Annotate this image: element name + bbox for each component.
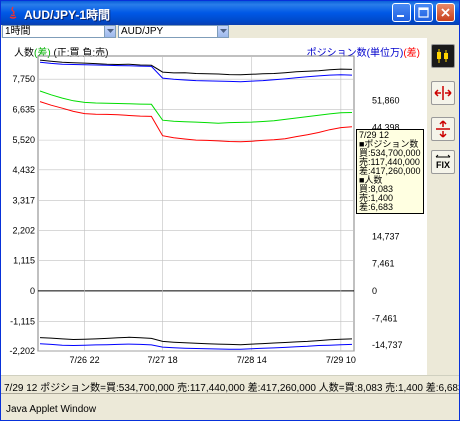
status-text: 7/29 12 ポジション数=買:534,700,000 売:117,440,0…	[4, 383, 460, 394]
maximize-icon	[418, 7, 429, 18]
close-icon	[441, 8, 450, 17]
right-tick-label: 51,860	[372, 95, 400, 105]
series-line-0	[39, 59, 353, 76]
left-tick-label: 6,635	[12, 105, 35, 115]
right-tick-label: 7,461	[372, 258, 395, 268]
fix-label: FIX	[436, 160, 450, 170]
vertical-arrows-icon	[436, 120, 450, 138]
vertical-zoom-button[interactable]	[431, 117, 455, 141]
maximize-button[interactable]	[414, 3, 433, 22]
pair-value: AUD/JPY	[121, 26, 164, 37]
candlestick-button[interactable]	[431, 44, 455, 68]
applet-footer: Java Applet Window	[1, 393, 459, 420]
tooltip-line: 差:6,683	[359, 202, 394, 212]
applet-label: Java Applet Window	[6, 404, 97, 415]
x-tick-label: 7/27 18	[148, 355, 178, 365]
series-line-5	[39, 343, 353, 350]
pair-select[interactable]: AUD/JPY	[118, 25, 229, 38]
chevron-down-icon	[107, 29, 114, 33]
right-tick-label: -14,737	[372, 340, 403, 350]
x-tick-label: 7/29 10	[326, 355, 356, 365]
left-tick-label: -2,202	[9, 346, 35, 356]
left-tick-label: 4,432	[12, 165, 35, 175]
title-bar[interactable]: AUD/JPY-1時間	[1, 1, 459, 25]
tool-sidebar: FIX	[427, 38, 459, 375]
left-tick-label: 0	[30, 286, 35, 296]
right-tick-label: -7,461	[372, 313, 398, 323]
close-button[interactable]	[436, 3, 455, 22]
series-line-2	[39, 90, 353, 124]
left-tick-label: 5,520	[12, 135, 35, 145]
horizontal-arrows-icon	[434, 86, 452, 100]
hover-tooltip: 7/29 12 ■ポジション数 買:534,700,000 売:117,440,…	[356, 129, 424, 214]
java-icon	[9, 6, 17, 19]
minimize-button[interactable]	[392, 3, 411, 22]
left-tick-label: 7,750	[12, 74, 35, 84]
pair-dropdown-button[interactable]	[217, 26, 228, 37]
period-value: 1時間	[5, 26, 31, 37]
minimize-icon	[397, 15, 404, 17]
x-tick-label: 7/26 22	[70, 355, 100, 365]
window-title: AUD/JPY-1時間	[24, 8, 111, 22]
status-bar: 7/29 12 ポジション数=買:534,700,000 売:117,440,0…	[1, 375, 460, 394]
selector-row: 1時間 AUD/JPY	[1, 25, 459, 38]
period-dropdown-button[interactable]	[104, 26, 115, 37]
series-line-1	[39, 61, 353, 83]
left-tick-label: 1,115	[13, 255, 35, 265]
chart-panel[interactable]: 人数(差) (正:買 負:売) ポジション数(単位万)(差) 7,750 6,63…	[1, 38, 427, 375]
chevron-down-icon	[220, 29, 227, 33]
candlestick-icon	[437, 49, 448, 63]
left-tick-label: 3,317	[12, 195, 35, 205]
applet-window: AUD/JPY-1時間 1時間 AUD/JPY 人数(差) (正:買 負:売) …	[0, 0, 460, 421]
left-tick-label: 2,202	[12, 226, 35, 236]
right-tick-label: 0	[372, 286, 377, 296]
x-tick-label: 7/28 14	[237, 355, 267, 365]
plot-border	[37, 55, 355, 352]
fix-button[interactable]: FIX	[431, 150, 455, 174]
fix-icon: FIX	[435, 154, 451, 170]
period-select[interactable]: 1時間	[2, 25, 116, 38]
left-tick-label: -1,115	[10, 316, 35, 326]
series-line-4	[39, 336, 353, 346]
horizontal-zoom-button[interactable]	[431, 81, 455, 105]
right-tick-label: 14,737	[372, 232, 400, 242]
